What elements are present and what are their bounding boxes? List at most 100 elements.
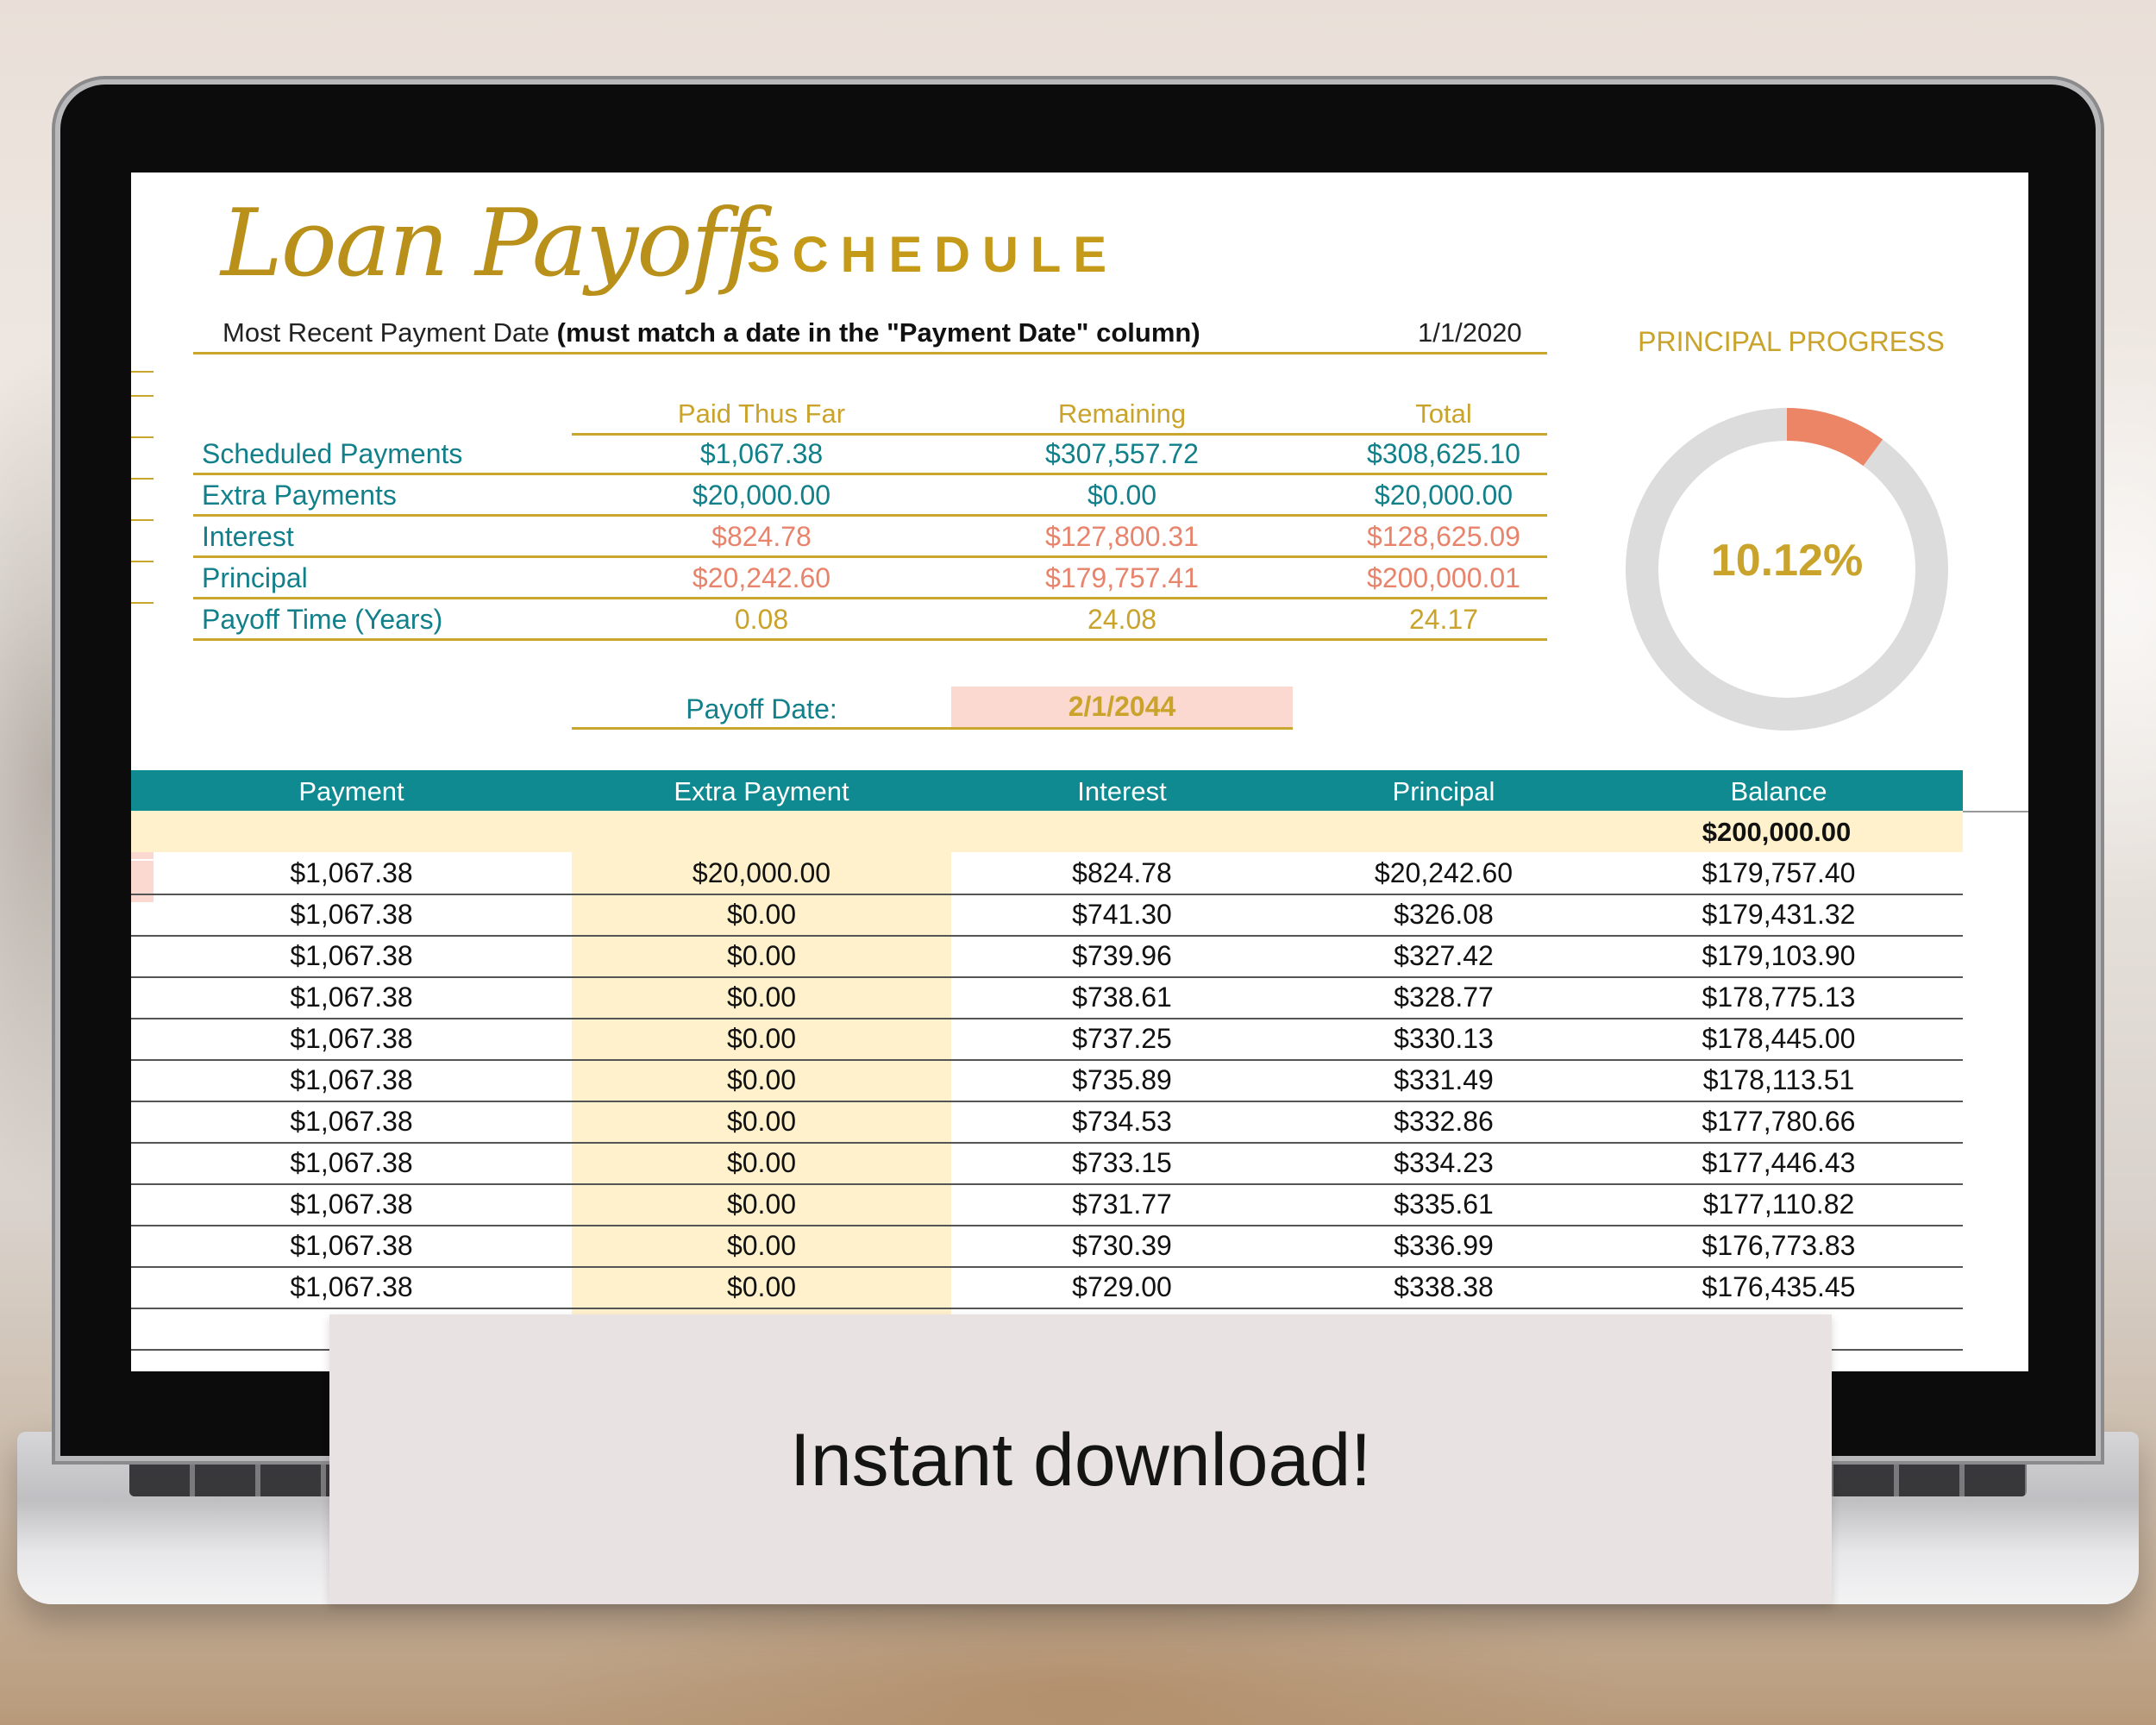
summary-header-total: Total: [1415, 398, 1472, 429]
table-row: $1,067.38 $0.00 $731.77 $335.61 $177,110.82: [131, 1183, 1963, 1226]
cell-balance: $179,103.90: [1702, 940, 1856, 971]
table-row: $1,067.38 $0.00 $730.39 $336.99 $176,773.83: [131, 1225, 1963, 1268]
cell-interest: $729.00: [1072, 1271, 1172, 1302]
stub-cell: [131, 561, 154, 604]
donut-progress-arc: [1786, 408, 1883, 467]
summary-cell: $179,757.41: [1045, 562, 1199, 593]
header-extra-payment: Extra Payment: [674, 776, 849, 806]
cell-interest: $824.78: [1072, 857, 1172, 888]
cell-principal: $326.08: [1394, 899, 1494, 930]
cell-payment: $1,067.38: [290, 899, 413, 930]
most-recent-payment-label: Most Recent Payment Date (must match a d…: [222, 317, 1200, 348]
cell-payment: $1,067.38: [290, 1023, 413, 1054]
summary-cell: $0.00: [1087, 480, 1157, 511]
cell-payment: $1,067.38: [290, 1230, 413, 1261]
summary-header-remaining: Remaining: [1057, 398, 1187, 429]
payoff-date-label: Payoff Date:: [686, 693, 837, 724]
cell-extra-payment[interactable]: $0.00: [572, 1147, 951, 1179]
cell-balance: $176,773.83: [1702, 1230, 1856, 1261]
stub-cell: [131, 371, 154, 397]
most-recent-payment-row: Most Recent Payment Date (must match a d…: [193, 314, 1547, 354]
most-recent-payment-date[interactable]: 1/1/2020: [1418, 317, 1522, 348]
cell-principal: $336.99: [1394, 1230, 1494, 1261]
summary-cell: $307,557.72: [1045, 438, 1199, 469]
cell-balance: $178,445.00: [1702, 1023, 1856, 1054]
table-row: $1,067.38 $0.00 $735.89 $331.49 $178,113.51: [131, 1059, 1963, 1102]
principal-progress-percent: 10.12%: [1710, 536, 1864, 586]
stub-cell: [131, 478, 154, 521]
title-script: Loan Payoff: [221, 190, 758, 298]
header-interest: Interest: [1077, 776, 1167, 806]
summary-cell: $20,000.00: [1374, 480, 1514, 511]
cell-interest: $734.53: [1072, 1106, 1172, 1137]
cell-principal: $330.13: [1394, 1023, 1494, 1054]
summary-row-label: Scheduled Payments: [202, 438, 463, 469]
cell-extra-payment[interactable]: $0.00: [572, 1271, 951, 1303]
stub-cell: [131, 345, 154, 373]
summary-row-payoff-time: Payoff Time (Years) 0.08 24.08 24.17: [193, 599, 1547, 641]
summary-cell: 0.08: [734, 604, 789, 635]
cell-extra-payment[interactable]: $0.00: [572, 982, 951, 1013]
cell-balance: $177,110.82: [1702, 1189, 1855, 1220]
cell-extra-payment[interactable]: $20,000.00: [572, 857, 951, 889]
cell-payment: $1,067.38: [290, 857, 413, 888]
cell-balance: $177,780.66: [1702, 1106, 1856, 1137]
payoff-date-value: 2/1/2044: [951, 687, 1293, 727]
cell-interest: $733.15: [1072, 1147, 1172, 1178]
summary-row-extra-payments: Extra Payments $20,000.00 $0.00 $20,000.00: [193, 474, 1547, 517]
label-regular: Most Recent Payment Date: [222, 317, 557, 348]
starting-balance: $200,000.00: [1702, 817, 1852, 847]
cell-payment: $1,067.38: [290, 1064, 413, 1095]
header-extension-line: [1963, 811, 2028, 812]
schedule-table-header: Payment Extra Payment Interest Principal…: [131, 770, 1963, 811]
banner-text: Instant download!: [789, 1419, 1372, 1502]
starting-balance-row: $200,000.00: [131, 811, 1963, 852]
table-row: $1,067.38 $0.00 $734.53 $332.86 $177,780.66: [131, 1101, 1963, 1144]
summary-cell: $127,800.31: [1045, 521, 1199, 552]
cell-extra-payment[interactable]: $0.00: [572, 1106, 951, 1138]
cell-principal: $20,242.60: [1374, 857, 1514, 888]
stub-cell: [131, 395, 154, 438]
cell-extra-payment[interactable]: $0.00: [572, 940, 951, 972]
stub-cell: [131, 519, 154, 562]
summary-row-scheduled-payments: Scheduled Payments $1,067.38 $307,557.72 $3…: [193, 433, 1547, 475]
instant-download-banner: Instant download!: [329, 1314, 1832, 1604]
header-principal: Principal: [1392, 776, 1495, 806]
title-caps: SCHEDULE: [747, 227, 1119, 283]
cell-interest: $730.39: [1072, 1230, 1172, 1261]
cell-extra-payment[interactable]: $0.00: [572, 1189, 951, 1220]
cell-extra-payment[interactable]: $0.00: [572, 1230, 951, 1262]
spreadsheet-screen: Loan Payoff SCHEDULE Most Recent Payment…: [131, 172, 2028, 1371]
cell-principal: $338.38: [1394, 1271, 1494, 1302]
cell-balance: $176,435.45: [1702, 1271, 1856, 1302]
cell-extra-payment[interactable]: $0.00: [572, 899, 951, 931]
label-bold: (must match a date in the "Payment Date"…: [556, 317, 1200, 348]
table-row: $1,067.38 $0.00 $733.15 $334.23 $177,446.43: [131, 1142, 1963, 1185]
header-payment: Payment: [298, 776, 404, 806]
summary-row-label: Interest: [202, 521, 294, 552]
cell-principal: $332.86: [1394, 1106, 1494, 1137]
cell-interest: $731.77: [1072, 1189, 1172, 1220]
summary-cell: 24.08: [1087, 604, 1157, 635]
summary-row-label: Principal: [202, 562, 308, 593]
cell-payment: $1,067.38: [290, 1271, 413, 1302]
cell-principal: $328.77: [1394, 982, 1494, 1013]
table-row: $1,067.38 $0.00 $737.25 $330.13 $178,445.00: [131, 1018, 1963, 1061]
cell-extra-payment[interactable]: $0.00: [572, 1023, 951, 1055]
table-row: $1,067.38 $0.00 $739.96 $327.42 $179,103.90: [131, 935, 1963, 978]
cell-interest: $739.96: [1072, 940, 1172, 971]
cell-payment: $1,067.38: [290, 1189, 413, 1220]
cell-payment: $1,067.38: [290, 1106, 413, 1137]
cell-extra-payment[interactable]: $0.00: [572, 1064, 951, 1096]
cell-interest: $735.89: [1072, 1064, 1172, 1095]
cell-balance: $177,446.43: [1702, 1147, 1856, 1178]
table-row: $1,067.38 $20,000.00 $824.78 $20,242.60 $179…: [131, 852, 1963, 895]
cell-interest: $737.25: [1072, 1023, 1172, 1054]
cell-balance: $178,113.51: [1702, 1064, 1855, 1095]
summary-cell: $1,067.38: [699, 438, 824, 469]
summary-header-paid: Paid Thus Far: [677, 398, 846, 429]
cell-balance: $179,757.40: [1702, 857, 1856, 888]
summary-cell: 24.17: [1408, 604, 1479, 635]
summary-cell: $200,000.01: [1367, 562, 1520, 593]
table-row: $1,067.38 $0.00 $738.61 $328.77 $178,775.13: [131, 976, 1963, 1019]
